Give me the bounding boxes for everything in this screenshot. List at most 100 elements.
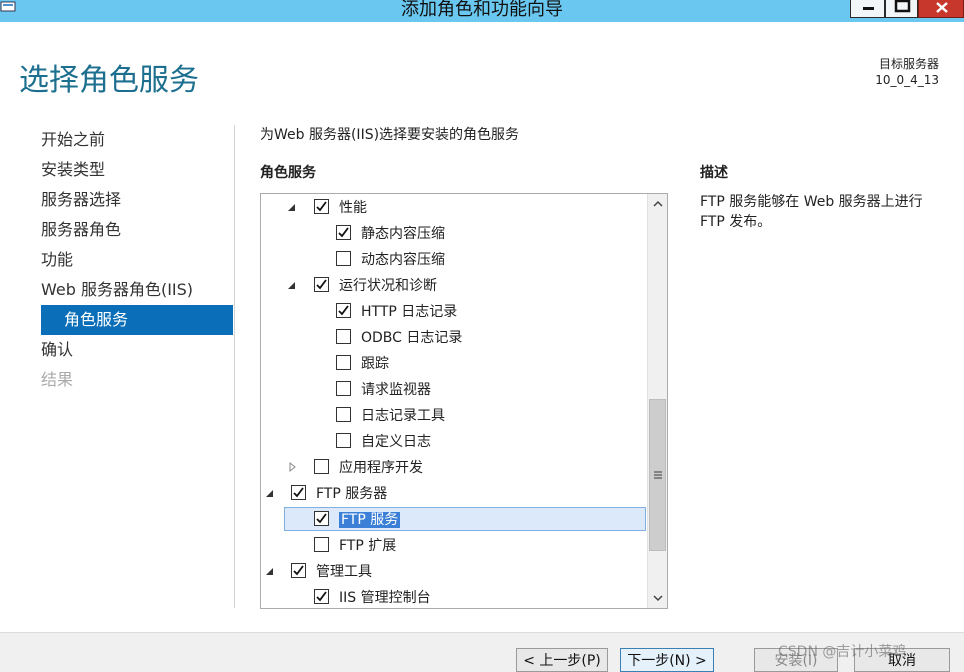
tree-row-label: 应用程序开发 xyxy=(339,457,423,477)
tree-row-text: 性能 xyxy=(339,200,367,216)
tree-row[interactable]: 日志记录工具 xyxy=(261,402,647,428)
tree-row[interactable]: 动态内容压缩 xyxy=(261,246,647,272)
nav-item-server-selection[interactable]: 服务器选择 xyxy=(41,185,233,215)
tree-row[interactable]: 自定义日志 xyxy=(261,428,647,454)
triangle-expanded-icon[interactable] xyxy=(264,487,276,499)
tree-row-label: IIS 管理控制台 xyxy=(339,587,431,607)
role-services-tree[interactable]: 性能静态内容压缩 动态内容压缩运行状况和诊断 HTTP 日志记录 ODBC 日志记录跟… xyxy=(260,193,668,609)
role-checkbox[interactable] xyxy=(336,407,351,422)
description-heading: 描述 xyxy=(700,165,728,181)
checkmark-icon xyxy=(338,227,349,238)
role-checkbox[interactable] xyxy=(336,433,351,448)
checkmark-icon xyxy=(293,565,304,576)
tree-row[interactable]: FTP 服务 xyxy=(261,506,647,532)
nav-item-server-roles[interactable]: 服务器角色 xyxy=(41,215,233,245)
checkmark-icon xyxy=(316,279,327,290)
nav-item-role-services[interactable]: 角色服务 xyxy=(41,305,233,335)
role-checkbox[interactable] xyxy=(314,459,329,474)
scroll-down-button[interactable] xyxy=(648,588,667,608)
tree-row-label: 跟踪 xyxy=(361,353,389,373)
triangle-expanded-icon[interactable] xyxy=(286,279,298,291)
page-title: 选择角色服务 xyxy=(19,63,199,98)
triangle-collapsed-icon[interactable] xyxy=(286,461,298,473)
tree-row[interactable]: IIS 管理控制台 xyxy=(261,584,647,608)
role-checkbox[interactable] xyxy=(314,511,329,526)
tree-row-text: 动态内容压缩 xyxy=(361,252,445,268)
target-server-value: 10_0_4_13 xyxy=(875,73,939,87)
checkmark-icon xyxy=(293,487,304,498)
role-checkbox[interactable] xyxy=(314,277,329,292)
tree-row-label: 动态内容压缩 xyxy=(361,249,445,269)
role-checkbox[interactable] xyxy=(336,329,351,344)
minimize-button[interactable] xyxy=(850,0,885,18)
tree-row-label: FTP 服务器 xyxy=(316,483,387,503)
previous-button[interactable]: < 上一步(P) xyxy=(516,648,608,672)
tree-row[interactable]: 运行状况和诊断 xyxy=(261,272,647,298)
nav-item-installation-type[interactable]: 安装类型 xyxy=(41,155,233,185)
role-checkbox[interactable] xyxy=(314,589,329,604)
tree-scrollbar[interactable] xyxy=(647,194,667,608)
tree-row[interactable]: 跟踪 xyxy=(261,350,647,376)
checkmark-icon xyxy=(316,201,327,212)
checkmark-icon xyxy=(316,513,327,524)
nav-item-confirmation[interactable]: 确认 xyxy=(41,335,233,365)
tree-row[interactable]: ODBC 日志记录 xyxy=(261,324,647,350)
tree-row-label: ODBC 日志记录 xyxy=(361,327,462,347)
tree-row-text: 静态内容压缩 xyxy=(361,226,445,242)
role-checkbox[interactable] xyxy=(291,485,306,500)
role-checkbox[interactable] xyxy=(336,355,351,370)
tree-row-label: FTP 扩展 xyxy=(339,535,396,555)
tree-row[interactable]: 应用程序开发 xyxy=(261,454,647,480)
tree-row-text: FTP 扩展 xyxy=(339,538,397,554)
maximize-icon xyxy=(894,0,911,13)
grip-icon xyxy=(654,471,662,479)
tree-row-text: 自定义日志 xyxy=(361,434,431,450)
nav-item-results: 结果 xyxy=(41,370,74,389)
triangle-expanded-icon[interactable] xyxy=(286,201,298,213)
tree-row[interactable]: HTTP 日志记录 xyxy=(261,298,647,324)
role-checkbox[interactable] xyxy=(336,303,351,318)
role-checkbox[interactable] xyxy=(336,381,351,396)
nav-item-before-you-begin[interactable]: 开始之前 xyxy=(41,125,233,155)
nav-item-features[interactable]: 功能 xyxy=(41,245,233,275)
scroll-up-button[interactable] xyxy=(648,194,667,214)
checkmark-icon xyxy=(338,305,349,316)
tree-row-label: 性能 xyxy=(339,197,367,217)
triangle-expanded-icon[interactable] xyxy=(264,565,276,577)
nav-item-web-server-role[interactable]: Web 服务器角色(IIS) xyxy=(41,275,233,305)
maximize-button[interactable] xyxy=(885,0,918,18)
role-checkbox[interactable] xyxy=(314,199,329,214)
tree-row[interactable]: 请求监视器 xyxy=(261,376,647,402)
window-title: 添加角色和功能向导 xyxy=(401,0,563,20)
tree-row-label: 管理工具 xyxy=(316,561,372,581)
tree-row-label: 自定义日志 xyxy=(361,431,431,451)
next-button[interactable]: 下一步(N) > xyxy=(620,648,714,672)
close-button[interactable] xyxy=(918,0,964,18)
watermark: CSDN @吉计小菜鸡 xyxy=(778,644,907,660)
tree-row[interactable]: FTP 服务器 xyxy=(261,480,647,506)
tree-row[interactable]: FTP 扩展 xyxy=(261,532,647,558)
tree-row[interactable]: 静态内容压缩 xyxy=(261,220,647,246)
tree-row-text: 应用程序开发 xyxy=(339,460,423,476)
role-checkbox[interactable] xyxy=(336,225,351,240)
role-services-heading: 角色服务 xyxy=(260,165,316,181)
nav-divider xyxy=(234,125,235,608)
role-checkbox[interactable] xyxy=(336,251,351,266)
wizard-nav: 开始之前 安装类型 服务器选择 服务器角色 功能 Web 服务器角色(IIS) … xyxy=(41,125,233,395)
minimize-icon xyxy=(863,7,874,10)
checkmark-icon xyxy=(316,591,327,602)
tree-row-text: FTP 服务 xyxy=(339,512,401,528)
tree-row-label: 日志记录工具 xyxy=(361,405,445,425)
tree-row-text: FTP 服务器 xyxy=(316,486,388,502)
tree-row[interactable]: 性能 xyxy=(261,194,647,220)
tree-row-text: HTTP 日志记录 xyxy=(361,304,458,320)
scroll-thumb[interactable] xyxy=(649,399,666,551)
chevron-down-icon xyxy=(652,595,663,602)
role-checkbox[interactable] xyxy=(314,537,329,552)
description-text: FTP 服务能够在 Web 服务器上进行 FTP 发布。 xyxy=(700,194,923,230)
tree-row-text: 运行状况和诊断 xyxy=(339,278,437,294)
target-server-label: 目标服务器 xyxy=(878,57,939,71)
role-checkbox[interactable] xyxy=(291,563,306,578)
tree-row[interactable]: 管理工具 xyxy=(261,558,647,584)
tree-row-label: 运行状况和诊断 xyxy=(339,275,437,295)
